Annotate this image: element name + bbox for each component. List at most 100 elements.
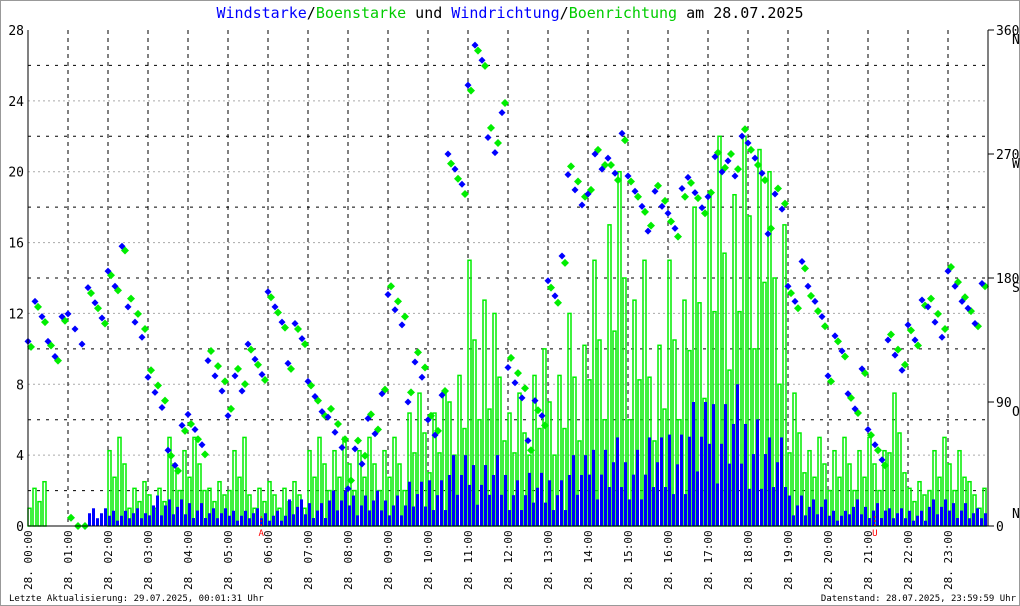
compass-label: W: [1012, 157, 1020, 172]
wind-bar: [780, 437, 783, 526]
wind-bar: [452, 455, 455, 526]
wind-bar: [784, 487, 787, 526]
wind-bar: [428, 480, 431, 526]
wind-bar: [976, 508, 979, 526]
x-tick-label: 28. 11:00: [462, 530, 475, 590]
wind-bar: [680, 434, 683, 526]
x-tick-label: 28. 07:00: [302, 530, 315, 590]
wind-bar: [340, 500, 343, 526]
gust-direction-point: [514, 369, 522, 378]
gust-direction-point: [494, 138, 502, 147]
wind-bar: [424, 506, 427, 526]
wind-bar: [980, 518, 983, 526]
wind-bar: [660, 437, 663, 526]
wind-bar: [404, 505, 407, 526]
wind-bar: [620, 487, 623, 526]
wind-bar: [788, 495, 791, 526]
x-tick-label: 28. 05:00: [222, 530, 235, 590]
wind-bar: [332, 490, 335, 526]
wind-bar: [916, 515, 919, 526]
gust-direction-point: [574, 177, 582, 186]
gust-bar: [42, 480, 47, 527]
wind-bar: [876, 503, 879, 526]
wind-direction-point: [231, 372, 239, 380]
wind-bar: [336, 510, 339, 526]
gust-direction-point: [681, 192, 689, 201]
gust-direction-point: [207, 347, 215, 356]
gust-direction-point: [534, 406, 542, 415]
x-tick-label: 28. 08:00: [342, 530, 355, 590]
wind-bar: [952, 503, 955, 526]
wind-bar: [612, 462, 615, 526]
gust-direction-point: [934, 309, 942, 318]
wind-direction-point: [124, 303, 132, 311]
wind-direction-point: [671, 224, 679, 232]
wind-bar: [88, 513, 91, 526]
gust-bar: [37, 500, 42, 527]
annotation-label: U: [872, 529, 877, 539]
gust-bar: [747, 215, 752, 527]
wind-bar: [412, 506, 415, 526]
wind-bar: [196, 510, 199, 526]
compass-label: N: [1012, 33, 1020, 48]
wind-bar: [668, 434, 671, 526]
wind-bar: [460, 474, 463, 526]
wind-bar: [836, 520, 839, 526]
wind-direction-point: [504, 364, 512, 372]
wind-bar: [144, 513, 147, 526]
wind-bar: [304, 514, 307, 526]
wind-bar: [588, 474, 591, 526]
wind-bar: [416, 494, 419, 526]
wind-bar: [152, 505, 155, 526]
x-tick-label: 28. 17:00: [702, 530, 715, 590]
wind-bar: [812, 499, 815, 526]
wind-bar: [480, 484, 483, 526]
gust-direction-point: [561, 258, 569, 267]
wind-bar: [528, 472, 531, 526]
wind-bar: [984, 513, 987, 526]
wind-bar: [708, 443, 711, 526]
wind-bar: [100, 513, 103, 526]
wind-bar: [268, 520, 271, 526]
wind-bar: [392, 505, 395, 526]
wind-bar: [484, 465, 487, 526]
wind-bar: [704, 402, 707, 526]
wind-bar: [500, 494, 503, 526]
wind-bar: [376, 490, 379, 526]
wind-direction-point: [791, 297, 799, 305]
wind-bar: [856, 499, 859, 526]
wind-bar: [516, 480, 519, 526]
wind-bar: [624, 462, 627, 526]
wind-bar: [628, 499, 631, 526]
y-tick-label: 24: [8, 95, 24, 110]
wind-bar: [456, 494, 459, 526]
gust-direction-point: [327, 404, 335, 413]
wind-direction-point: [418, 373, 426, 381]
annotation-label: A: [258, 529, 264, 539]
wind-bar: [252, 513, 255, 526]
wind-direction-point: [331, 428, 339, 436]
wind-direction-point: [398, 321, 406, 329]
wind-bar: [388, 515, 391, 526]
gust-bar: [892, 392, 897, 527]
wind-bar: [432, 510, 435, 526]
wind-bar: [688, 436, 691, 526]
gust-bar: [192, 436, 197, 527]
wind-bar: [928, 506, 931, 526]
gust-direction-point: [794, 304, 802, 313]
wind-bar: [824, 499, 827, 526]
wind-bar: [748, 488, 751, 526]
wind-bar: [904, 518, 907, 526]
wind-bar: [616, 437, 619, 526]
wind-bar: [508, 510, 511, 526]
wind-bar: [180, 499, 183, 526]
wind-bar: [436, 495, 439, 526]
wind-direction-point: [724, 157, 732, 165]
wind-direction-point: [391, 306, 399, 314]
gust-direction-point: [547, 283, 555, 292]
wind-direction-point: [384, 291, 392, 299]
gust-direction-point: [814, 307, 822, 316]
wind-bar: [128, 518, 131, 526]
wind-direction-point: [138, 333, 146, 341]
wind-bar: [772, 487, 775, 526]
